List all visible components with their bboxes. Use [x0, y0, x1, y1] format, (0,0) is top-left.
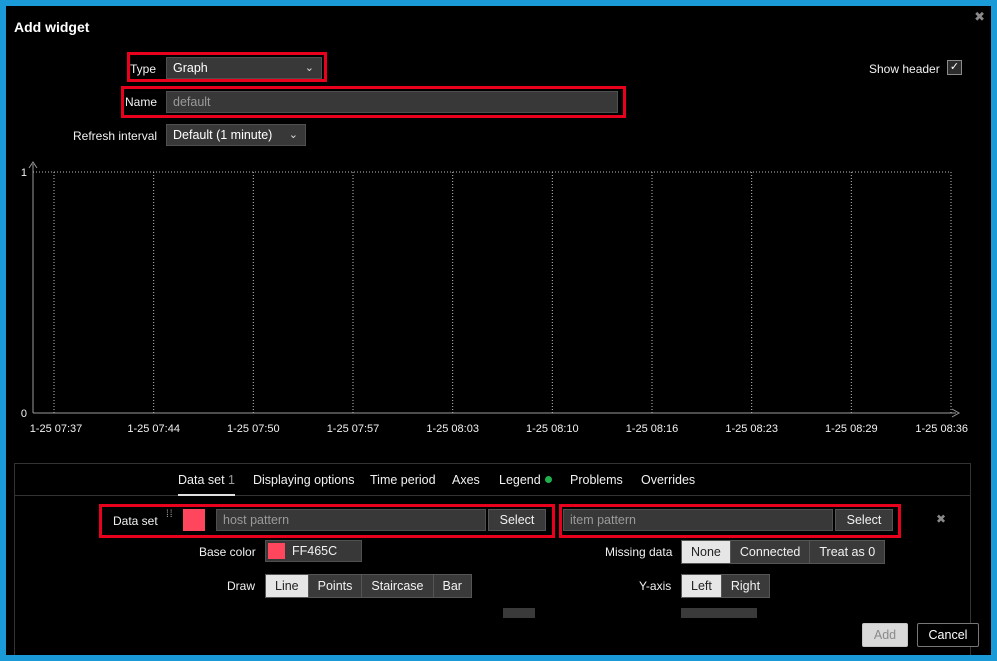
status-dot-icon — [544, 476, 552, 483]
x-tick-label: 1-25 07:44 — [127, 423, 180, 435]
remove-data-set-icon[interactable]: ✖ — [936, 512, 946, 526]
base-color-swatch — [268, 543, 285, 559]
base-color-label: Base color — [199, 545, 256, 559]
x-tick-label: 1-25 07:50 — [227, 423, 280, 435]
draw-bar[interactable]: Bar — [433, 575, 471, 597]
chevron-down-icon: ⌄ — [288, 129, 298, 141]
x-tick-label: 1-25 08:10 — [526, 423, 579, 435]
item-select-button[interactable]: Select — [835, 509, 893, 531]
show-header-label: Show header — [869, 62, 940, 76]
item-pattern-input[interactable]: item pattern — [563, 509, 833, 531]
data-set-color-swatch[interactable] — [183, 509, 205, 531]
tab-data-set-label: Data set — [178, 473, 225, 487]
y-axis-left[interactable]: Left — [682, 575, 722, 597]
x-tick-label: 1-25 08:36 — [915, 423, 968, 435]
tab-axes[interactable]: Axes — [452, 473, 480, 487]
missing-data-selector: None Connected Treat as 0 — [681, 540, 886, 564]
draw-staircase[interactable]: Staircase — [362, 575, 434, 597]
close-icon[interactable]: ✖ — [974, 9, 985, 25]
x-tick-label: 1-25 08:29 — [825, 423, 878, 435]
type-select-value: Graph — [173, 61, 208, 75]
name-input[interactable]: default — [166, 91, 618, 113]
tab-displaying-options[interactable]: Displaying options — [253, 473, 354, 487]
tab-problems[interactable]: Problems — [570, 473, 623, 487]
missing-data-none[interactable]: None — [682, 541, 731, 563]
host-pattern-input[interactable]: host pattern — [216, 509, 486, 531]
refresh-interval-value: Default (1 minute) — [173, 128, 273, 142]
base-color-value: FF465C — [292, 544, 338, 558]
x-tick-label: 1-25 08:16 — [626, 423, 679, 435]
next-row-control[interactable] — [503, 608, 535, 618]
tab-data-set[interactable]: Data set 1 — [178, 473, 235, 496]
tab-data-set-count: 1 — [228, 473, 235, 487]
missing-data-connected[interactable]: Connected — [730, 541, 811, 563]
refresh-interval-label: Refresh interval — [73, 129, 158, 143]
data-set-label: Data set — [113, 514, 158, 528]
missing-data-label: Missing data — [605, 545, 673, 559]
y-axis-label: Y-axis — [639, 579, 672, 593]
drag-handle-icon[interactable]: ⁞⁞ — [166, 510, 174, 530]
type-label: Type — [130, 62, 157, 76]
y-axis-right[interactable]: Right — [721, 575, 770, 597]
draw-line[interactable]: Line — [266, 575, 309, 597]
base-color-input[interactable]: FF465C — [265, 540, 362, 562]
type-select[interactable]: Graph ⌄ — [166, 57, 322, 79]
host-select-button[interactable]: Select — [488, 509, 546, 531]
y-axis-selector: Left Right — [681, 574, 771, 598]
draw-selector: Line Points Staircase Bar — [265, 574, 472, 598]
cancel-button[interactable]: Cancel — [917, 623, 979, 647]
tab-bar: Data set 1 Displaying options Time perio… — [15, 464, 970, 496]
x-tick-label: 1-25 07:57 — [327, 423, 380, 435]
x-tick-label: 1-25 08:03 — [426, 423, 479, 435]
x-tick-label: 1-25 08:23 — [725, 423, 778, 435]
tab-time-period[interactable]: Time period — [370, 473, 436, 487]
y-tick-label: 0 — [21, 408, 27, 420]
dialog-title: Add widget — [14, 19, 90, 35]
tab-legend-label: Legend — [499, 473, 541, 487]
add-widget-dialog: Add widget ✖ Type Graph ⌄ Name default R… — [6, 6, 991, 655]
refresh-interval-select[interactable]: Default (1 minute) ⌄ — [166, 124, 306, 146]
draw-label: Draw — [227, 579, 256, 593]
add-button[interactable]: Add — [862, 623, 908, 647]
name-label: Name — [125, 95, 158, 109]
show-header-checkbox[interactable]: ✓ — [947, 60, 962, 75]
tab-legend[interactable]: Legend — [499, 473, 552, 487]
x-tick-label: 1-25 07:37 — [30, 423, 83, 435]
chevron-down-icon: ⌄ — [304, 62, 314, 74]
tab-overrides[interactable]: Overrides — [641, 473, 695, 487]
draw-points[interactable]: Points — [308, 575, 363, 597]
y-tick-label: 1 — [21, 167, 27, 179]
graph-preview: 0 1 1-25 07:37 1-25 07:44 1-25 07:50 1-25 07:… — [21, 161, 968, 435]
next-row-control[interactable] — [681, 608, 757, 618]
missing-data-treat-as-zero[interactable]: Treat as 0 — [810, 541, 885, 563]
